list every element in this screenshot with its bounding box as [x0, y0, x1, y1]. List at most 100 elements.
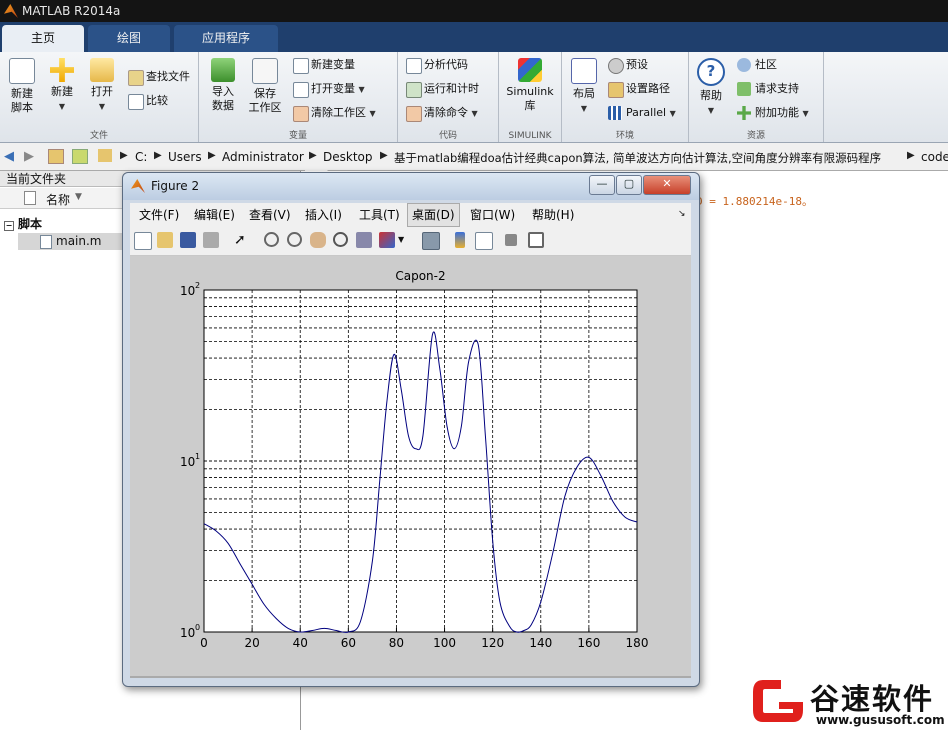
crumb-sep: ▶	[309, 150, 317, 161]
brush-icon[interactable]	[379, 232, 395, 248]
tab-home[interactable]: 主页	[2, 25, 84, 52]
run-and-time-button[interactable]: 运行和计时	[404, 80, 479, 98]
browse-folder-icon[interactable]	[72, 149, 88, 164]
clear-commands-button[interactable]: 清除命令 ▼	[404, 104, 478, 122]
compare-button[interactable]: 比较	[126, 92, 168, 110]
community-icon	[737, 58, 751, 72]
set-path-button[interactable]: 设置路径	[606, 80, 670, 98]
menu-help[interactable]: 帮助(H)	[532, 203, 574, 227]
parallel-button[interactable]: Parallel ▼	[606, 104, 676, 122]
set-path-label: 设置路径	[626, 82, 670, 95]
brush-caret-icon[interactable]: ▼	[398, 235, 404, 244]
data-cursor-icon[interactable]	[356, 232, 372, 248]
open-variable-label: 打开变量	[311, 82, 355, 95]
support-icon	[737, 82, 751, 96]
save-workspace-button[interactable]: 保存 工作区	[245, 56, 285, 115]
maximize-button[interactable]: ▢	[616, 175, 642, 195]
crumb-project-folder[interactable]: 基于matlab编程doa估计经典capon算法, 简单波达方向估计算法,空间角…	[394, 150, 881, 166]
figure-titlebar[interactable]: Figure 2 — ▢ ✕	[123, 173, 699, 200]
compare-icon	[128, 94, 144, 110]
group-file-label: 文件	[89, 131, 108, 141]
menu-insert[interactable]: 插入(I)	[305, 203, 342, 227]
menu-view[interactable]: 查看(V)	[249, 203, 291, 227]
new-button[interactable]: 新建 ▼	[46, 56, 78, 114]
crumb-administrator[interactable]: Administrator	[222, 150, 304, 164]
back-arrow-icon[interactable]: ◀	[4, 149, 14, 164]
chart-title: Capon-2	[395, 269, 445, 283]
analyze-code-icon	[406, 58, 422, 74]
menu-desktop[interactable]: 桌面(D)	[407, 203, 460, 227]
save-icon[interactable]	[180, 232, 196, 248]
capon-chart[interactable]: 0 20 40 60 80 100 120 140 160 18010 010 110 2Capon-2	[130, 256, 691, 676]
print-icon[interactable]	[203, 232, 219, 248]
legend-icon[interactable]	[475, 232, 493, 250]
matlab-logo-icon	[4, 4, 18, 18]
link-plot-icon[interactable]	[422, 232, 440, 250]
open-variable-button[interactable]: 打开变量 ▼	[291, 80, 365, 98]
clear-commands-icon	[406, 106, 422, 122]
group-environment-label: 环境	[615, 131, 634, 141]
clear-commands-label: 清除命令	[424, 106, 468, 119]
file-main-label: main.m	[56, 234, 102, 248]
find-files-icon	[128, 70, 144, 86]
hide-plot-tools-icon[interactable]	[505, 234, 517, 246]
preferences-button[interactable]: 预设	[606, 56, 648, 74]
tab-plots[interactable]: 绘图	[88, 25, 170, 52]
watermark-name: 谷速软件	[810, 682, 935, 716]
x-tick-label: 80	[389, 636, 404, 650]
y-tick-label: 10	[180, 626, 195, 640]
community-button[interactable]: 社区	[735, 56, 777, 74]
new-script-button[interactable]: 新建 脚本	[6, 56, 38, 115]
folder-scripts[interactable]: − 脚本	[4, 215, 42, 232]
menu-edit[interactable]: 编辑(E)	[194, 203, 235, 227]
address-bar: ◀ ▶ ▶ C: ▶ Users ▶ Administrator ▶ Deskt…	[0, 143, 948, 171]
menu-dock-arrow-icon[interactable]: ↘	[678, 209, 686, 219]
crumb-code[interactable]: code	[921, 150, 948, 164]
help-button[interactable]: ? 帮助 ▼	[693, 56, 729, 118]
select-arrow-icon[interactable]: ➚	[234, 232, 250, 248]
collapse-icon[interactable]: −	[4, 221, 14, 231]
layout-button[interactable]: 布局 ▼	[566, 56, 602, 116]
y-tick-label: 10	[180, 455, 195, 469]
open-button[interactable]: 打开 ▼	[86, 56, 118, 114]
menu-window[interactable]: 窗口(W)	[470, 203, 515, 227]
open-file-icon[interactable]	[157, 232, 173, 248]
crumb-users[interactable]: Users	[168, 150, 202, 164]
crumb-desktop[interactable]: Desktop	[323, 150, 373, 164]
group-variable: 导入 数据 保存 工作区 新建变量 打开变量 ▼ 清除工作区 ▼ 变量	[199, 52, 398, 142]
x-tick-label: 180	[626, 636, 649, 650]
save-workspace-icon	[252, 58, 278, 84]
close-button[interactable]: ✕	[643, 175, 691, 195]
simulink-label: Simulink 库	[506, 85, 554, 112]
show-plot-tools-icon[interactable]	[528, 232, 544, 248]
plus-icon	[50, 58, 74, 82]
new-label: 新建	[51, 85, 73, 98]
up-folder-icon[interactable]	[48, 149, 64, 164]
crumb-c[interactable]: C:	[135, 150, 147, 164]
pan-hand-icon[interactable]	[310, 232, 326, 248]
layout-icon	[571, 58, 597, 84]
new-variable-button[interactable]: 新建变量	[291, 56, 355, 74]
sort-caret-icon: ▼	[75, 192, 82, 202]
addons-button[interactable]: 附加功能 ▼	[735, 104, 809, 122]
group-file: 新建 脚本 新建 ▼ 打开 ▼ 查找文件 比较 文件	[0, 52, 199, 142]
clear-workspace-button[interactable]: 清除工作区 ▼	[291, 104, 376, 122]
name-column-header[interactable]: 名称	[46, 191, 70, 208]
request-support-button[interactable]: 请求支持	[735, 80, 799, 98]
import-data-button[interactable]: 导入 数据	[205, 56, 241, 113]
analyze-code-button[interactable]: 分析代码	[404, 56, 468, 74]
zoom-in-icon[interactable]	[264, 232, 279, 247]
simulink-library-button[interactable]: Simulink 库	[503, 56, 557, 113]
new-figure-icon[interactable]	[134, 232, 152, 250]
menu-file[interactable]: 文件(F)	[139, 203, 179, 227]
menu-tools[interactable]: 工具(T)	[359, 203, 400, 227]
rotate-3d-icon[interactable]	[333, 232, 348, 247]
forward-arrow-icon[interactable]: ▶	[24, 149, 34, 164]
find-files-button[interactable]: 查找文件	[126, 68, 190, 86]
minimize-button[interactable]: —	[589, 175, 615, 195]
colorbar-icon[interactable]	[455, 232, 465, 248]
clear-workspace-label: 清除工作区	[311, 106, 366, 119]
tab-apps[interactable]: 应用程序	[174, 25, 278, 52]
zoom-out-icon[interactable]	[287, 232, 302, 247]
group-code-label: 代码	[438, 131, 457, 141]
